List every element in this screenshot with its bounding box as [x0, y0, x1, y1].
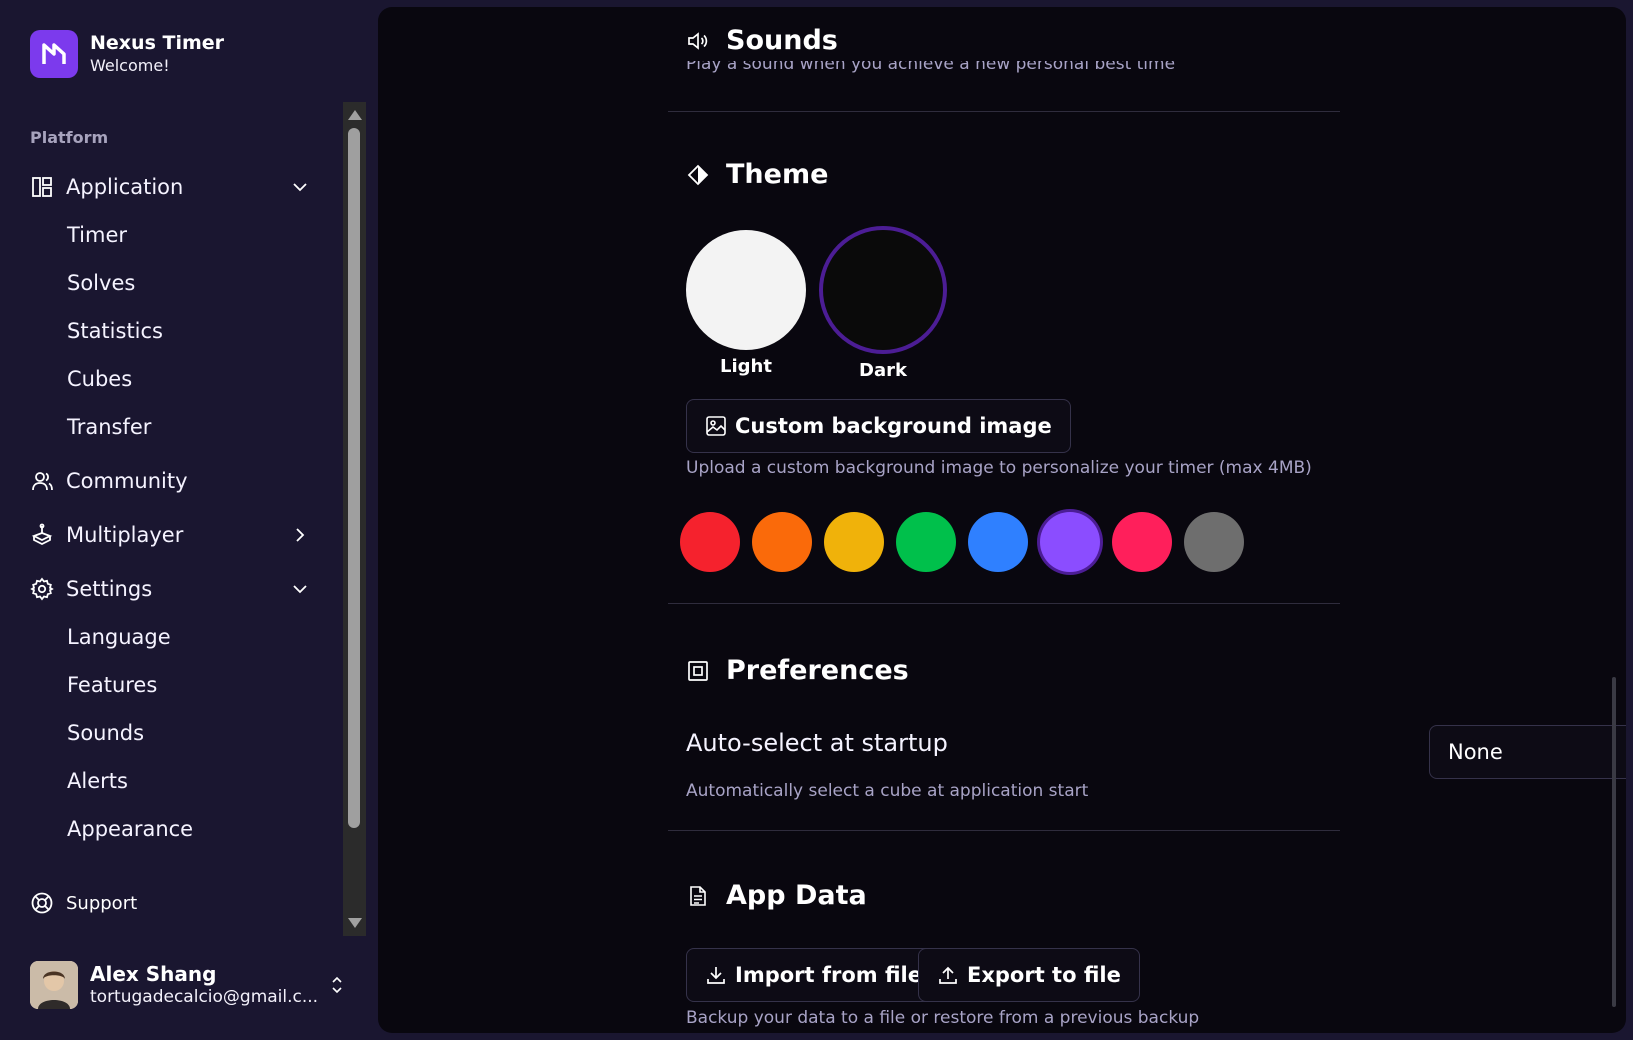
scroll-down-arrow-icon[interactable]: [348, 918, 362, 928]
user-email: tortugadecalcio@gmail.c...: [90, 987, 319, 1007]
gear-icon: [30, 577, 54, 601]
sidebar-item-sounds[interactable]: Sounds: [67, 715, 327, 751]
sidebar-item-language[interactable]: Language: [67, 619, 327, 655]
accent-color-swatch[interactable]: [968, 512, 1028, 572]
app-data-hint: Backup your data to a file or restore fr…: [686, 1008, 1200, 1028]
auto-select-hint: Automatically select a cube at applicati…: [686, 781, 1089, 801]
user-name: Alex Shang: [90, 962, 217, 986]
sidebar-item-timer[interactable]: Timer: [67, 217, 327, 253]
square-icon: [686, 659, 710, 683]
sounds-description: Play a sound when you achieve a new pers…: [686, 61, 1176, 74]
custom-background-hint: Upload a custom background image to pers…: [686, 458, 1312, 478]
sidebar-item-solves[interactable]: Solves: [67, 265, 327, 301]
chevrons-up-down-icon[interactable]: [328, 973, 346, 997]
file-icon: [686, 884, 710, 908]
export-button[interactable]: Export to file: [918, 948, 1140, 1002]
layout-icon: [30, 175, 54, 199]
avatar: [30, 961, 78, 1009]
sidebar-item-multiplayer[interactable]: Multiplayer: [30, 515, 330, 555]
preferences-section-title: Preferences: [686, 655, 909, 686]
user-menu[interactable]: Alex Shang tortugadecalcio@gmail.c...: [30, 960, 346, 1010]
sidebar-item-label: Community: [66, 469, 188, 493]
accent-color-swatch[interactable]: [824, 512, 884, 572]
import-button[interactable]: Import from file: [686, 948, 941, 1002]
brand-name: Nexus Timer: [90, 32, 225, 54]
sidebar-item-label: Application: [66, 175, 184, 199]
sounds-cut-text-clip: Play a sound when you achieve a new pers…: [686, 61, 1175, 79]
sidebar-item-features[interactable]: Features: [67, 667, 327, 703]
accent-color-swatch[interactable]: [1040, 512, 1100, 572]
theme-dark-swatch[interactable]: [819, 226, 947, 354]
sidebar-item-community[interactable]: Community: [30, 461, 330, 501]
sidebar-item-settings[interactable]: Settings: [30, 569, 330, 609]
lifebuoy-icon: [30, 891, 54, 915]
auto-select-dropdown[interactable]: None: [1429, 725, 1626, 779]
sounds-section-title: Sounds: [686, 25, 838, 56]
divider: [668, 111, 1340, 112]
accent-color-swatch[interactable]: [1184, 512, 1244, 572]
accent-color-swatch[interactable]: [680, 512, 740, 572]
accent-color-swatch[interactable]: [752, 512, 812, 572]
auto-select-value: None: [1448, 740, 1503, 764]
gamepad-icon: [30, 523, 54, 547]
sidebar-item-label: Settings: [66, 577, 153, 601]
theme-option-label: Dark: [859, 360, 907, 381]
chevron-down-icon[interactable]: [288, 577, 312, 601]
theme-option-label: Light: [720, 356, 772, 377]
upload-icon: [937, 964, 959, 986]
chevron-down-icon[interactable]: [288, 175, 312, 199]
sidebar-scrollbar[interactable]: [343, 102, 366, 936]
accent-color-swatch[interactable]: [896, 512, 956, 572]
speaker-icon: [686, 29, 710, 53]
scroll-thumb[interactable]: [348, 128, 360, 828]
sidebar-item-support[interactable]: Support: [30, 891, 137, 915]
accent-color-swatch[interactable]: [1112, 512, 1172, 572]
sidebar-item-label: Multiplayer: [66, 523, 184, 547]
sidebar-item-alerts[interactable]: Alerts: [67, 763, 327, 799]
support-label: Support: [66, 892, 138, 914]
sidebar-item-cubes[interactable]: Cubes: [67, 361, 327, 397]
section-label-platform: Platform: [30, 128, 109, 147]
scroll-up-arrow-icon[interactable]: [348, 110, 362, 120]
settings-main-panel: Sounds Play a sound when you achieve a n…: [378, 7, 1626, 1033]
chevron-right-icon[interactable]: [288, 523, 312, 547]
theme-option-light[interactable]: Light: [686, 230, 806, 377]
auto-select-label: Auto-select at startup: [686, 729, 948, 757]
app-data-section-title: App Data: [686, 880, 867, 911]
divider: [668, 830, 1340, 831]
image-icon: [705, 415, 727, 437]
brand-subtitle: Welcome!: [90, 56, 170, 75]
sidebar-item-statistics[interactable]: Statistics: [67, 313, 327, 349]
nexus-logo-icon: [30, 30, 78, 78]
divider: [668, 603, 1340, 604]
theme-light-swatch[interactable]: [686, 230, 806, 350]
sidebar-item-transfer[interactable]: Transfer: [67, 409, 327, 445]
theme-section-title: Theme: [686, 159, 828, 190]
brand[interactable]: Nexus Timer Welcome!: [30, 30, 224, 78]
sidebar: Nexus Timer Welcome! Platform Applicatio…: [0, 0, 378, 1040]
diamond-icon: [686, 163, 710, 187]
users-icon: [30, 469, 54, 493]
custom-background-button[interactable]: Custom background image: [686, 399, 1071, 453]
download-icon: [705, 964, 727, 986]
sidebar-item-appearance[interactable]: Appearance: [67, 811, 327, 847]
main-scrollbar[interactable]: [1612, 677, 1616, 1007]
theme-option-dark[interactable]: Dark: [819, 226, 947, 381]
sidebar-item-application[interactable]: Application: [30, 167, 330, 207]
